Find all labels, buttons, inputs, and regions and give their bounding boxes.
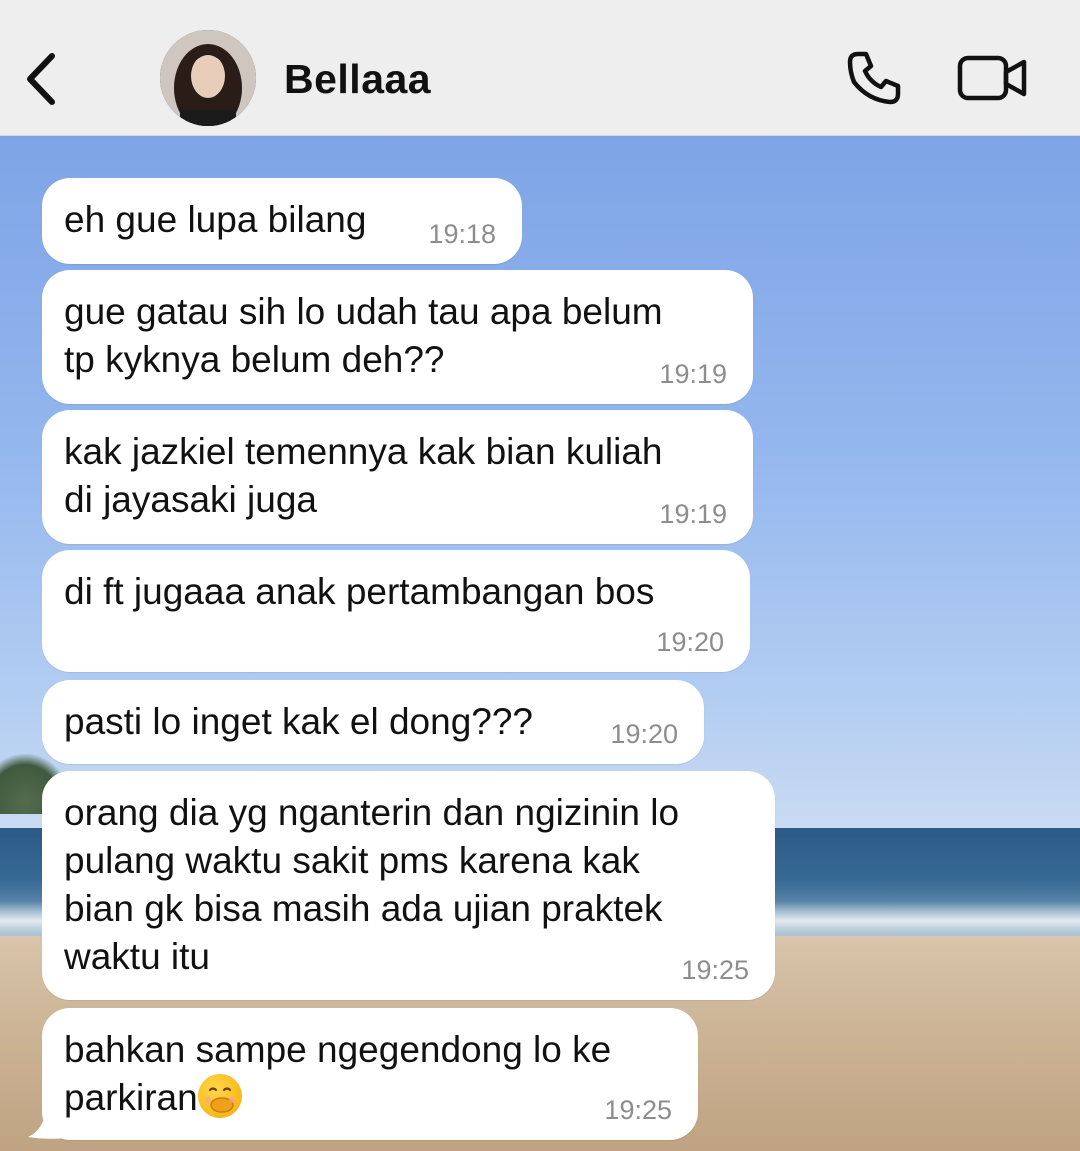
contact-name[interactable]: Bellaaa xyxy=(284,56,431,103)
message-text: bahkan sampe ngegendong lo ke parkiran xyxy=(64,1026,676,1122)
message-bubble[interactable]: di ft jugaaa anak pertambangan bos 19:20 xyxy=(42,550,750,672)
face-with-hand-over-mouth-emoji xyxy=(197,1074,242,1118)
message-time: 19:25 xyxy=(604,1095,672,1125)
message-bubble[interactable]: eh gue lupa bilang 19:18 xyxy=(42,178,522,264)
video-camera-icon xyxy=(957,55,1027,101)
message-time: 19:19 xyxy=(659,359,727,389)
message-time: 19:19 xyxy=(659,499,727,529)
bubble-tail xyxy=(28,1104,66,1139)
message-time: 19:20 xyxy=(610,719,678,749)
message-bubble[interactable]: bahkan sampe ngegendong lo ke parkiran 1… xyxy=(42,1008,698,1140)
chat-header: Bellaaa xyxy=(0,0,1080,136)
message-bubble[interactable]: gue gatau sih lo udah tau apa belum tp k… xyxy=(42,270,753,404)
message-bubble[interactable]: orang dia yg nganterin dan ngizinin lo p… xyxy=(42,771,775,1000)
back-button[interactable] xyxy=(18,44,68,114)
message-time: 19:25 xyxy=(681,955,749,985)
video-call-button[interactable] xyxy=(956,52,1030,104)
message-bubble[interactable]: kak jazkiel temennya kak bian kuliah di … xyxy=(42,410,753,544)
message-bubble[interactable]: pasti lo inget kak el dong??? 19:20 xyxy=(42,680,704,764)
voice-call-button[interactable] xyxy=(844,48,904,108)
phone-icon xyxy=(847,51,901,105)
message-time: 19:18 xyxy=(428,219,496,249)
message-text: kak jazkiel temennya kak bian kuliah di … xyxy=(64,431,663,520)
avatar[interactable] xyxy=(160,30,256,126)
message-time: 19:20 xyxy=(656,627,724,657)
avatar-image xyxy=(160,30,256,126)
chevron-left-icon xyxy=(27,53,55,105)
message-text: di ft jugaaa anak pertambangan bos xyxy=(64,571,655,612)
message-text: orang dia yg nganterin dan ngizinin lo p… xyxy=(64,792,680,977)
message-text: pasti lo inget kak el dong??? xyxy=(64,701,534,742)
message-text-content: bahkan sampe ngegendong lo ke parkiran xyxy=(64,1029,612,1118)
message-text: gue gatau sih lo udah tau apa belum tp k… xyxy=(64,291,663,380)
